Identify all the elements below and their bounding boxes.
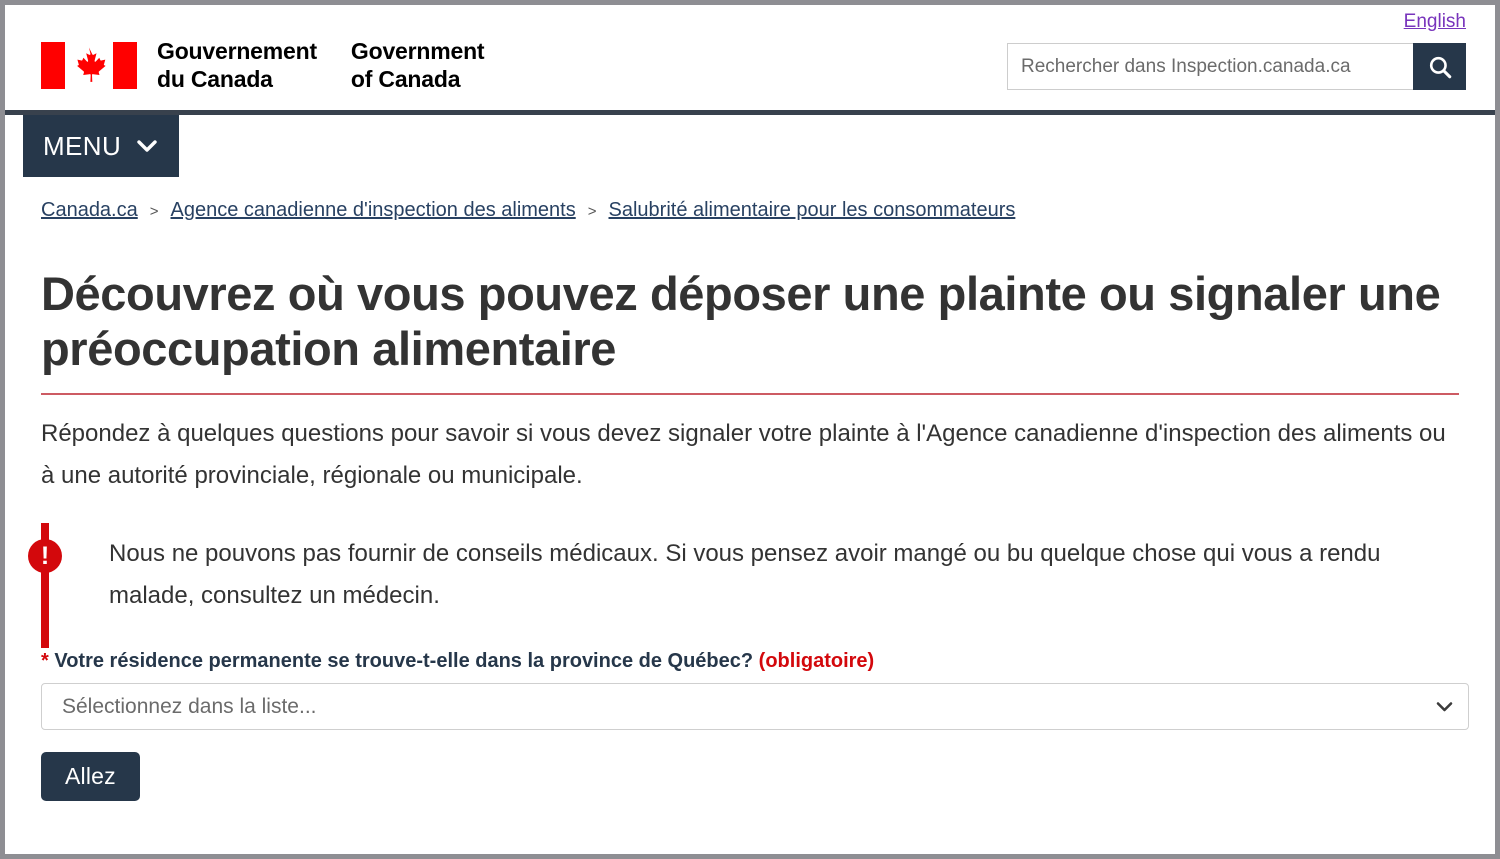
residence-question-form: * Votre résidence permanente se trouve-t… [41,650,1469,802]
breadcrumb-item-0[interactable]: Canada.ca [41,199,138,222]
main-menu-label: MENU [43,130,122,161]
required-asterisk: * [41,650,49,673]
residence-select-wrapper: Sélectionnez dans la liste... [41,683,1469,731]
required-note: (obligatoire) [758,650,875,673]
gov-canada-signature[interactable]: Gouvernement du Canada Government of Can… [41,35,485,93]
breadcrumb: Canada.ca > Agence canadienne d'inspecti… [41,185,1459,222]
alert-text: Nous ne pouvons pas fournir de conseils … [109,540,1381,610]
language-toggle-row: English [19,5,1481,35]
residence-question-text: Votre résidence permanente se trouve-t-e… [54,650,754,673]
intro-paragraph: Répondez à quelques questions pour savoi… [41,420,1446,490]
medical-advice-alert: ! Nous ne pouvons pas fournir de conseil… [28,523,1459,649]
site-search [1007,43,1466,90]
search-button[interactable] [1413,43,1466,90]
exclamation-circle-icon: ! [28,539,62,574]
search-input[interactable] [1007,43,1413,90]
language-toggle-link[interactable]: English [1404,11,1466,35]
content-container: Canada.ca > Agence canadienne d'inspecti… [5,185,1495,802]
gov-canada-wordmark: Gouvernement du Canada Government of Can… [157,37,485,93]
wordmark-en: Government of Canada [350,38,485,93]
breadcrumb-item-1[interactable]: Agence canadienne d'inspection des alime… [171,199,576,222]
exclamation-glyph: ! [40,541,50,570]
residence-select[interactable]: Sélectionnez dans la liste... [41,683,1469,731]
brand-row: Gouvernement du Canada Government of Can… [19,35,1481,93]
search-icon [1429,56,1451,78]
browser-viewport: English Gouvernement du Canada Governmen… [0,0,1500,859]
chevron-down-icon [137,139,157,153]
global-header: English Gouvernement du Canada Governmen… [5,5,1495,115]
breadcrumb-separator: > [149,203,159,220]
menu-bar: MENU [5,115,1495,185]
main-menu-button[interactable]: MENU [23,115,180,177]
submit-button[interactable]: Allez [41,752,140,802]
wordmark-fr: Gouvernement du Canada [157,38,317,93]
page-body: English Gouvernement du Canada Governmen… [5,5,1495,854]
canada-flag-icon [41,41,137,89]
page-title: Découvrez où vous pouvez déposer une pla… [41,267,1459,396]
breadcrumb-item-2[interactable]: Salubrité alimentaire pour les consommat… [609,199,1016,222]
breadcrumb-separator: > [587,203,597,220]
residence-question-label: * Votre résidence permanente se trouve-t… [41,650,1459,673]
